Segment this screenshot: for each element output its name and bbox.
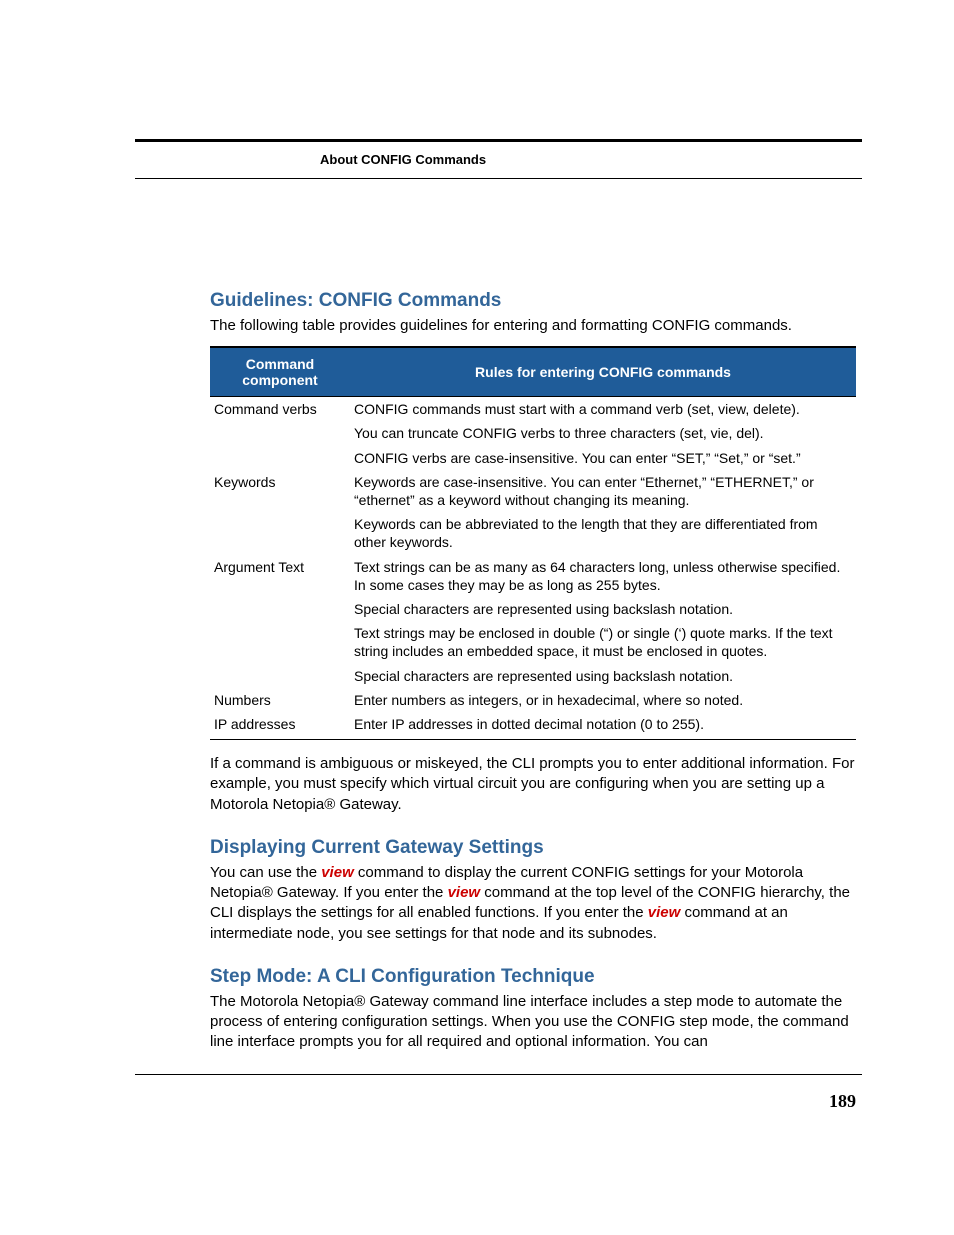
cell-label — [210, 664, 350, 688]
cell-rule: Text strings may be enclosed in double (… — [350, 621, 856, 663]
table-header-rules: Rules for entering CONFIG commands — [350, 347, 856, 397]
view-command: view — [648, 904, 681, 921]
cell-label — [210, 446, 350, 470]
cell-label — [210, 621, 350, 663]
table-row: Text strings may be enclosed in double (… — [210, 621, 856, 663]
section-body-displaying: You can use the view command to display … — [210, 863, 856, 944]
cell-rule: You can truncate CONFIG verbs to three c… — [350, 421, 856, 445]
running-header: About CONFIG Commands — [320, 152, 486, 167]
section-body-stepmode: The Motorola Netopia® Gateway command li… — [210, 992, 856, 1053]
post-table-paragraph: If a command is ambiguous or miskeyed, t… — [210, 754, 856, 815]
table-header-command-component: Command component — [210, 347, 350, 397]
section-intro-guidelines: The following table provides guidelines … — [210, 316, 856, 336]
cell-label: Command verbs — [210, 397, 350, 422]
view-command: view — [321, 864, 354, 881]
cell-label: Argument Text — [210, 555, 350, 597]
table-row: CONFIG verbs are case-insensitive. You c… — [210, 446, 856, 470]
rule-top-light — [135, 178, 862, 179]
cell-label: IP addresses — [210, 712, 350, 740]
config-rules-table: Command component Rules for entering CON… — [210, 346, 856, 740]
cell-rule: Keywords can be abbreviated to the lengt… — [350, 512, 856, 554]
cell-rule: Enter IP addresses in dotted decimal not… — [350, 712, 856, 740]
cell-rule: CONFIG verbs are case-insensitive. You c… — [350, 446, 856, 470]
rule-bottom-light — [135, 1074, 862, 1075]
cell-label — [210, 597, 350, 621]
table-row: NumbersEnter numbers as integers, or in … — [210, 688, 856, 712]
cell-label: Keywords — [210, 470, 350, 512]
table-row: You can truncate CONFIG verbs to three c… — [210, 421, 856, 445]
page-number: 189 — [829, 1091, 856, 1112]
main-content: Guidelines: CONFIG Commands The followin… — [210, 290, 856, 1063]
cell-rule: CONFIG commands must start with a comman… — [350, 397, 856, 422]
view-command: view — [448, 884, 481, 901]
table-row: KeywordsKeywords are case-insensitive. Y… — [210, 470, 856, 512]
table-row: Keywords can be abbreviated to the lengt… — [210, 512, 856, 554]
table-row: Special characters are represented using… — [210, 597, 856, 621]
cell-label — [210, 512, 350, 554]
cell-rule: Keywords are case-insensitive. You can e… — [350, 470, 856, 512]
cell-rule: Special characters are represented using… — [350, 597, 856, 621]
cell-rule: Special characters are represented using… — [350, 664, 856, 688]
document-page: About CONFIG Commands Guidelines: CONFIG… — [0, 0, 954, 1235]
table-row: Command verbsCONFIG commands must start … — [210, 397, 856, 422]
cell-rule: Enter numbers as integers, or in hexadec… — [350, 688, 856, 712]
section-title-stepmode: Step Mode: A CLI Configuration Technique — [210, 966, 856, 988]
table-row: Special characters are represented using… — [210, 664, 856, 688]
text-fragment: You can use the — [210, 864, 321, 881]
table-row: Argument TextText strings can be as many… — [210, 555, 856, 597]
cell-label: Numbers — [210, 688, 350, 712]
table-row: IP addressesEnter IP addresses in dotted… — [210, 712, 856, 740]
cell-rule: Text strings can be as many as 64 charac… — [350, 555, 856, 597]
cell-label — [210, 421, 350, 445]
rule-top-heavy — [135, 139, 862, 142]
section-title-guidelines: Guidelines: CONFIG Commands — [210, 290, 856, 312]
section-title-displaying: Displaying Current Gateway Settings — [210, 837, 856, 859]
